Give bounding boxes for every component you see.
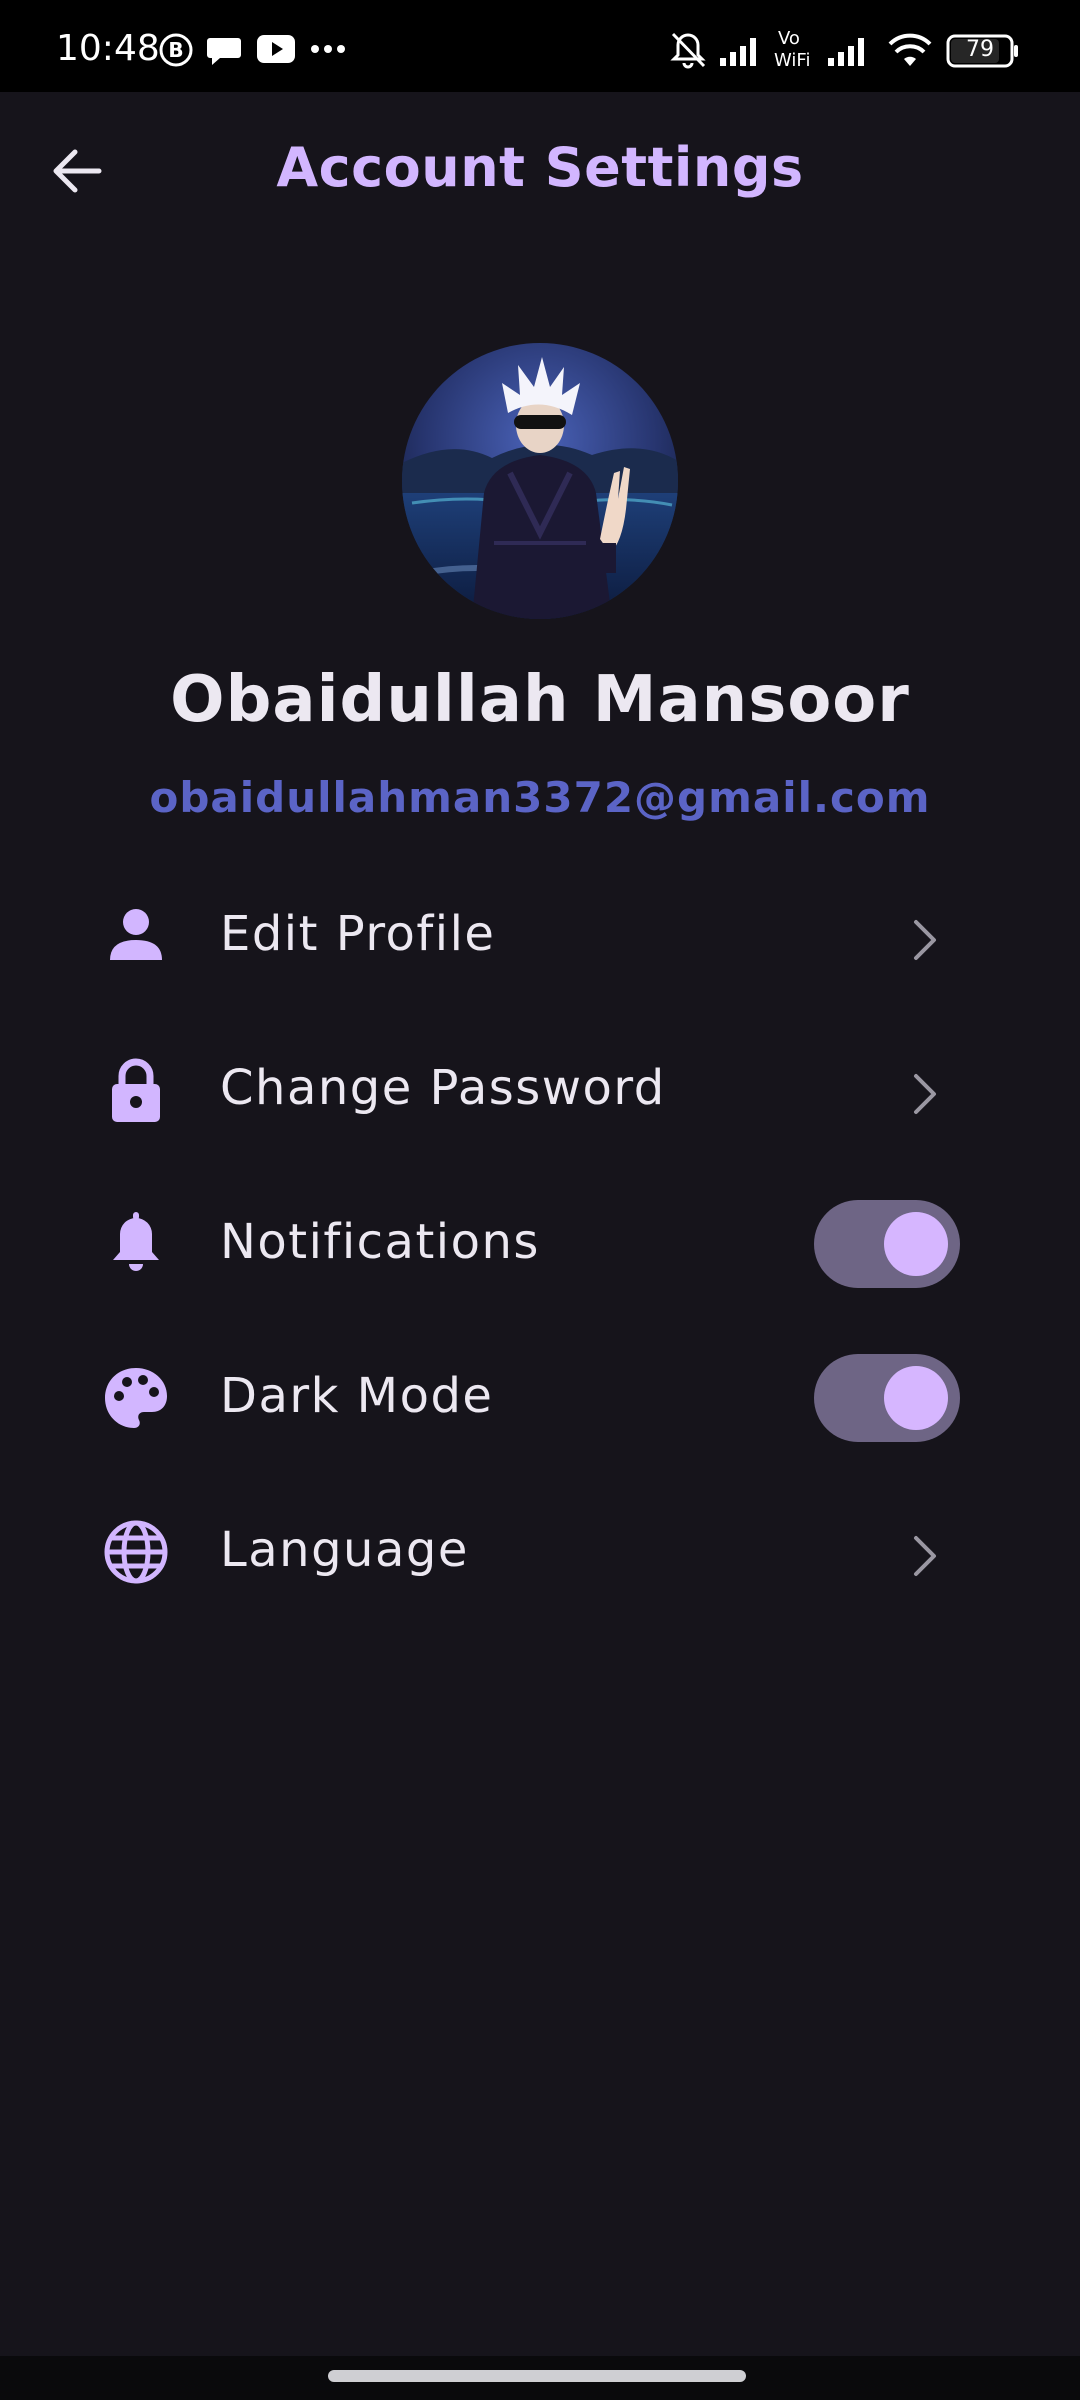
setting-edit-profile[interactable]: Edit Profile <box>96 870 960 990</box>
setting-label: Notifications <box>220 1214 540 1270</box>
status-time: 10:48 <box>56 28 160 69</box>
notifications-toggle[interactable] <box>814 1200 960 1288</box>
signal-icon <box>720 38 756 66</box>
toggle-knob <box>884 1212 948 1276</box>
setting-language[interactable]: Language <box>96 1486 960 1606</box>
setting-dark-mode[interactable]: Dark Mode <box>96 1332 960 1452</box>
setting-notifications[interactable]: Notifications <box>96 1178 960 1298</box>
setting-label: Dark Mode <box>220 1368 494 1424</box>
page-title: Account Settings <box>276 136 804 199</box>
bell-icon <box>113 1212 159 1271</box>
chevron-right-icon <box>914 1074 936 1114</box>
chevron-right-icon <box>914 1536 936 1576</box>
lock-icon <box>112 1058 160 1122</box>
gesture-handle[interactable] <box>328 2370 746 2382</box>
avatar[interactable] <box>402 343 678 619</box>
svg-text:Vo: Vo <box>778 28 800 49</box>
more-dots-icon <box>311 45 345 53</box>
wifi-icon <box>888 33 932 66</box>
toggle-knob <box>884 1366 948 1430</box>
chevron-right-icon <box>914 920 936 960</box>
chat-bubble-icon <box>207 38 241 65</box>
dark-mode-toggle[interactable] <box>814 1354 960 1442</box>
svg-text:WiFi: WiFi <box>774 50 810 70</box>
avatar-image <box>402 343 678 619</box>
person-icon <box>110 909 162 960</box>
battery-level: 79 <box>966 37 994 62</box>
b-badge-icon: B <box>159 33 193 67</box>
setting-change-password[interactable]: Change Password <box>96 1024 960 1144</box>
status-bar: 10:48 B Vo WiFi 79 <box>0 0 1080 92</box>
vowifi-icon: Vo WiFi <box>774 28 810 70</box>
signal-icon <box>828 38 864 66</box>
app-bar: Account Settings <box>0 92 1080 252</box>
palette-icon <box>105 1368 167 1428</box>
youtube-icon <box>257 35 295 63</box>
globe-icon <box>104 1520 168 1584</box>
svg-text:B: B <box>168 38 183 62</box>
setting-label: Change Password <box>220 1060 666 1116</box>
profile-email: obaidullahman3372@gmail.com <box>149 773 931 822</box>
setting-label: Edit Profile <box>220 906 496 962</box>
mute-bell-icon <box>670 32 706 69</box>
setting-label: Language <box>220 1522 469 1578</box>
profile-name: Obaidullah Mansoor <box>170 663 910 737</box>
